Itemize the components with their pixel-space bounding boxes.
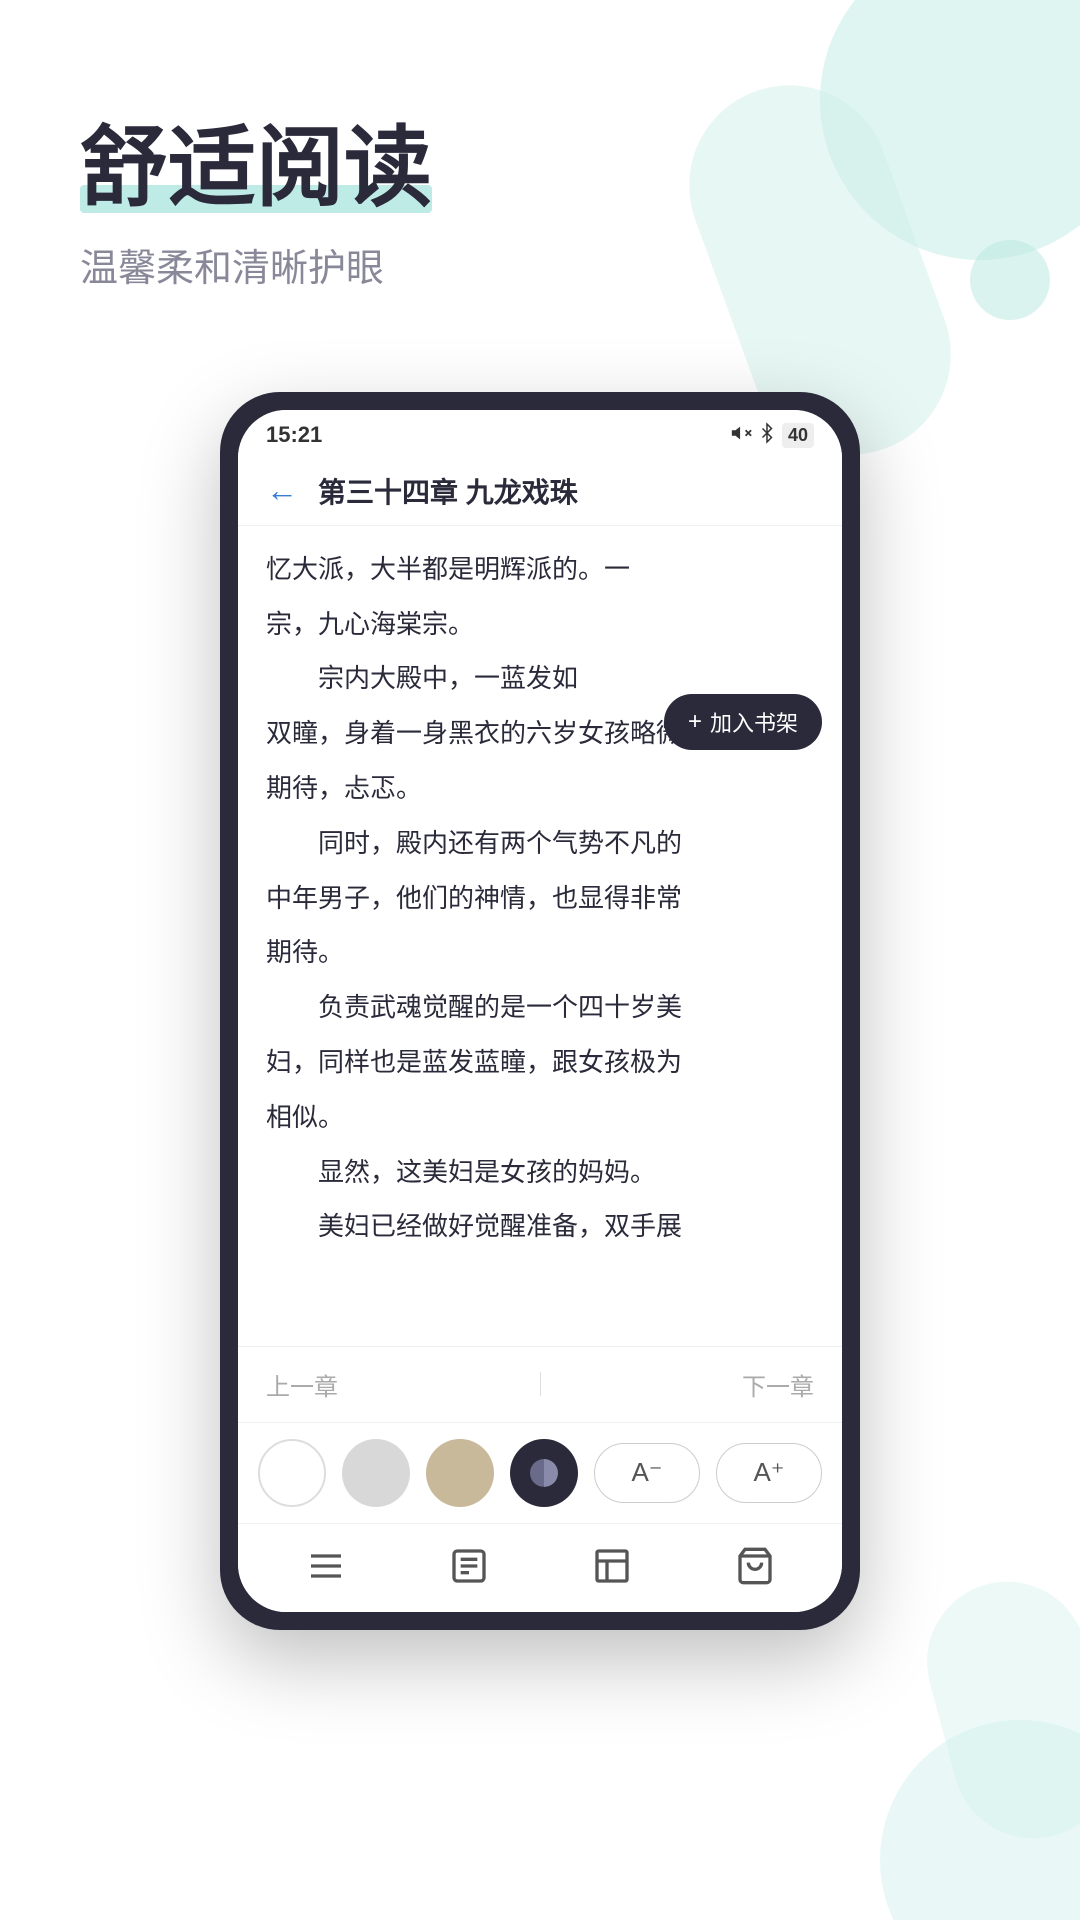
chapter-divider bbox=[540, 1372, 541, 1396]
reading-content: 忆大派，大半都是明辉派的。一 宗，九心海棠宗。 宗内大殿中，一蓝发如 双瞳，身着… bbox=[238, 526, 842, 1346]
cart-icon bbox=[729, 1540, 781, 1592]
bottom-nav-bookmark[interactable] bbox=[443, 1540, 495, 1592]
bottom-nav-cart[interactable] bbox=[729, 1540, 781, 1592]
content-wrapper: + 加入书架 忆大派，大半都是明辉派的。一 宗，九心海棠宗。 宗内大殿中，一蓝发… bbox=[238, 526, 842, 1346]
status-icons: 40 bbox=[730, 422, 814, 449]
status-time: 15:21 bbox=[266, 422, 322, 448]
content-line-9: 负责武魂觉醒的是一个四十岁美 bbox=[266, 984, 814, 1031]
bottom-nav-settings[interactable] bbox=[586, 1540, 638, 1592]
content-line-12: 显然，这美妇是女孩的妈妈。 bbox=[266, 1149, 814, 1196]
add-shelf-tooltip[interactable]: + 加入书架 bbox=[664, 694, 822, 750]
bluetooth-icon bbox=[758, 422, 776, 449]
prev-chapter-btn[interactable]: 上一章 bbox=[266, 1367, 338, 1402]
sub-title: 温馨柔和清晰护眼 bbox=[80, 237, 1000, 292]
theme-warm-btn[interactable] bbox=[426, 1439, 494, 1507]
settings-icon bbox=[586, 1540, 638, 1592]
content-line-13: 美妇已经做好觉醒准备，双手展 bbox=[266, 1203, 814, 1250]
chapter-title: 第三十四章 九龙戏珠 bbox=[318, 471, 578, 511]
font-increase-btn[interactable]: A⁺ bbox=[716, 1443, 822, 1503]
content-line-8: 期待。 bbox=[266, 929, 814, 976]
content-line-7: 中年男子，他们的神情，也显得非常 bbox=[266, 875, 814, 922]
font-decrease-btn[interactable]: A⁻ bbox=[594, 1443, 700, 1503]
content-line-6: 同时，殿内还有两个气势不凡的 bbox=[266, 820, 814, 867]
content-line-5: 期待，忐忑。 bbox=[266, 765, 814, 812]
tooltip-label: 加入书架 bbox=[710, 706, 798, 738]
main-title: 舒适阅读 bbox=[80, 120, 432, 217]
header-section: 舒适阅读 温馨柔和清晰护眼 bbox=[0, 0, 1080, 332]
content-line-11: 相似。 bbox=[266, 1094, 814, 1141]
bottom-nav-menu[interactable] bbox=[300, 1540, 352, 1592]
phone-mockup: 15:21 40 bbox=[220, 392, 860, 1630]
phone-outer: 15:21 40 bbox=[220, 392, 860, 1630]
nav-bar: ← 第三十四章 九龙戏珠 bbox=[238, 457, 842, 526]
battery-icon: 40 bbox=[782, 423, 814, 448]
tooltip-plus-icon: + bbox=[688, 708, 702, 736]
menu-icon bbox=[300, 1540, 352, 1592]
theme-dark-btn[interactable] bbox=[510, 1439, 578, 1507]
theme-gray-btn[interactable] bbox=[342, 1439, 410, 1507]
chapter-navigation: 上一章 下一章 bbox=[238, 1346, 842, 1422]
status-bar: 15:21 40 bbox=[238, 410, 842, 457]
content-line-1: 忆大派，大半都是明辉派的。一 bbox=[266, 546, 814, 593]
theme-white-btn[interactable] bbox=[258, 1439, 326, 1507]
theme-bar: A⁻ A⁺ bbox=[238, 1422, 842, 1523]
back-button[interactable]: ← bbox=[266, 472, 298, 509]
bottom-nav bbox=[238, 1523, 842, 1612]
content-line-2: 宗，九心海棠宗。 bbox=[266, 601, 814, 648]
bookmark-list-icon bbox=[443, 1540, 495, 1592]
phone-inner: 15:21 40 bbox=[238, 410, 842, 1612]
content-line-10: 妇，同样也是蓝发蓝瞳，跟女孩极为 bbox=[266, 1039, 814, 1086]
volume-icon bbox=[730, 422, 752, 449]
next-chapter-btn[interactable]: 下一章 bbox=[742, 1367, 814, 1402]
